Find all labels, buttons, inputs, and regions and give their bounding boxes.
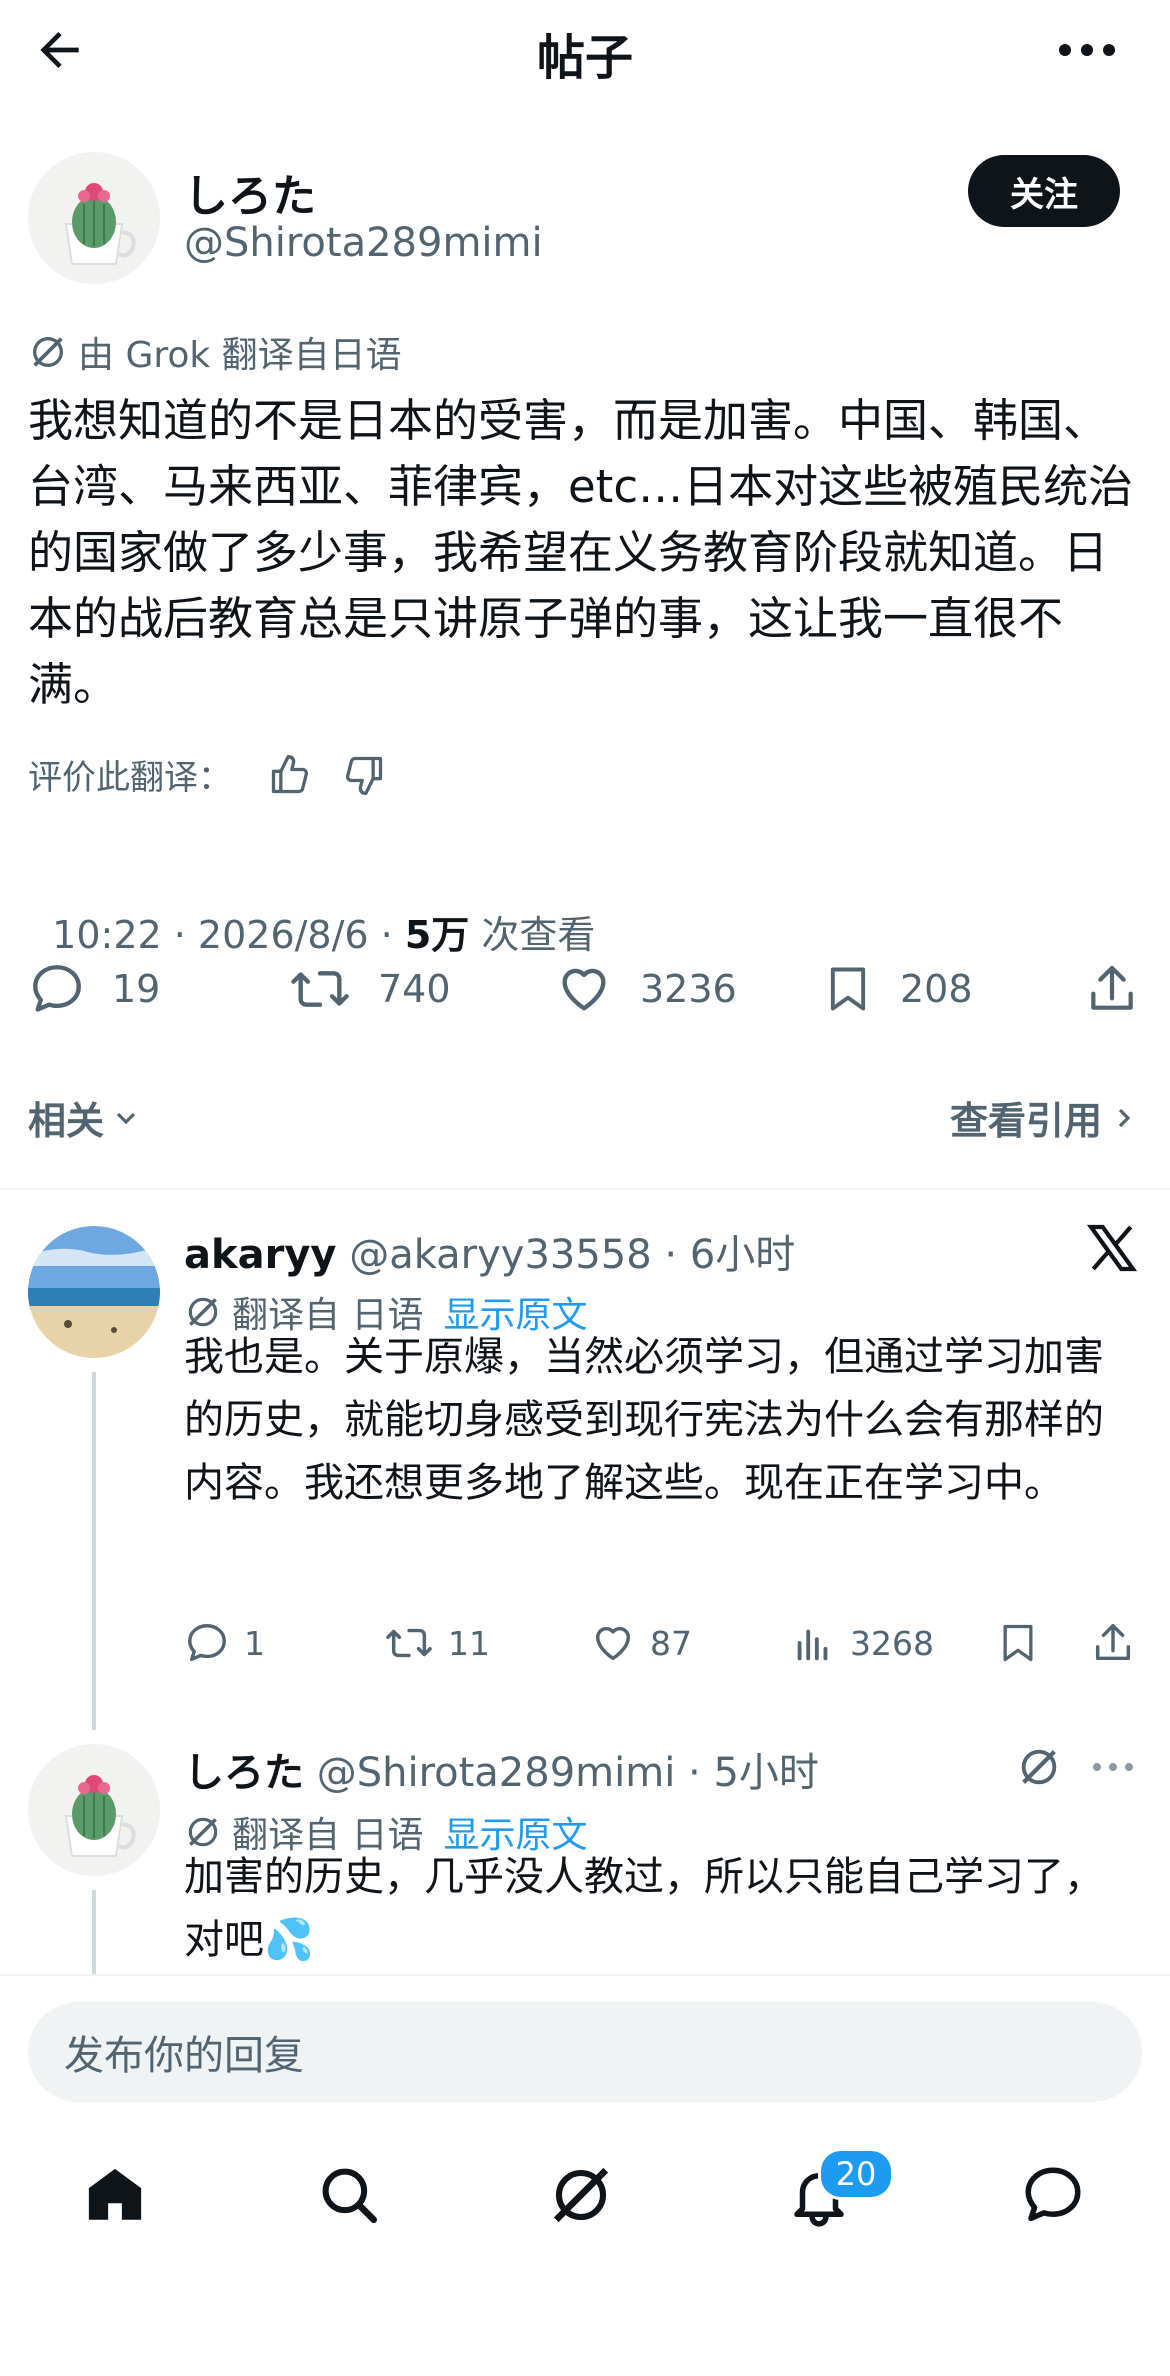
reply-author-name[interactable]: akaryy (184, 1232, 336, 1278)
notification-badge: 20 (818, 2148, 894, 2200)
tab-grok[interactable] (548, 2162, 614, 2228)
author-handle[interactable]: @Shirota289mimi (184, 220, 543, 266)
like-action[interactable]: 3236 (554, 960, 737, 1018)
heart-icon (562, 968, 606, 1011)
page-title: 帖子 (536, 30, 633, 86)
view-quotes-link[interactable]: 查看引用 (950, 1090, 1140, 1145)
reply-icon (188, 1624, 226, 1662)
cactus-avatar-image (28, 152, 160, 284)
chat-bubble-icon (1025, 2167, 1081, 2222)
tab-search[interactable] (316, 2162, 382, 2228)
reply-icon (33, 965, 81, 1012)
reply-action[interactable]: 19 (28, 960, 160, 1018)
author-name[interactable]: しろた (184, 160, 316, 224)
bookmark-icon (1003, 1624, 1033, 1662)
post-timestamp-row: 10:22 · 2026/8/6 · 5万 次查看 (28, 860, 595, 959)
reply-action[interactable]: 1 (184, 1620, 265, 1666)
follow-button[interactable]: 关注 (968, 155, 1120, 227)
thumbs-down-icon[interactable] (342, 753, 386, 797)
share-button[interactable] (1090, 1620, 1136, 1666)
like-count: 3236 (640, 967, 737, 1011)
reply-author-handle[interactable]: @Shirota289mimi · 5小时 (317, 1750, 819, 1796)
beach-avatar-image (28, 1226, 160, 1358)
avatar[interactable] (28, 152, 160, 284)
bookmark-action[interactable]: 208 (822, 960, 973, 1018)
share-icon (1095, 1624, 1131, 1661)
more-button[interactable] (1056, 30, 1118, 70)
view-count-suffix: 次查看 (469, 913, 596, 957)
heart-icon (595, 1626, 631, 1661)
view-count: 5万 (404, 913, 470, 957)
share-button[interactable] (1084, 960, 1140, 1018)
bookmark-icon (830, 967, 866, 1011)
rate-translation-row: 评价此翻译： (28, 750, 386, 799)
reply-input-placeholder: 发布你的回复 (64, 2033, 304, 2079)
retweet-action[interactable]: 11 (384, 1620, 490, 1666)
retweet-count: 740 (378, 967, 451, 1011)
avatar[interactable] (28, 1744, 160, 1876)
reply-header: akaryy @akaryy33558 · 6小时 (184, 1222, 795, 1280)
grok-icon (1021, 1749, 1057, 1785)
related-label: 相关 (28, 1099, 105, 1143)
view-quotes-label: 查看引用 (949, 1099, 1102, 1143)
like-count: 87 (650, 1623, 692, 1663)
thread-line (92, 1890, 96, 1974)
reply-count: 1 (244, 1623, 265, 1663)
grok-icon (553, 2167, 609, 2223)
grok-translation-note: 由 Grok 翻译自日语 (28, 326, 402, 378)
tab-home[interactable] (82, 2162, 148, 2228)
timestamp: 10:22 · 2026/8/6 · (52, 913, 405, 957)
retweet-count: 11 (448, 1623, 490, 1663)
retweet-icon (291, 971, 349, 1007)
rate-translation-label: 评价此翻译： (28, 758, 232, 798)
reply-count: 19 (112, 967, 161, 1011)
retweet-action[interactable]: 740 (288, 960, 451, 1018)
bookmark-button[interactable] (996, 1620, 1040, 1666)
more-dots-icon (1093, 1763, 1133, 1771)
cactus-avatar-image (28, 1744, 160, 1876)
bookmark-count: 208 (900, 967, 973, 1011)
divider (0, 1188, 1170, 1190)
avatar[interactable] (28, 1226, 160, 1358)
retweet-icon (386, 1628, 432, 1658)
views-action[interactable]: 3268 (790, 1620, 934, 1666)
x-logo-icon (1084, 1220, 1140, 1276)
grok-button[interactable] (1016, 1744, 1062, 1790)
related-dropdown[interactable]: 相关 (28, 1090, 142, 1145)
translation-note-text: 由 Grok 翻译自日语 (78, 335, 402, 376)
more-button[interactable] (1090, 1752, 1136, 1782)
share-icon (1091, 965, 1133, 1010)
reply-input[interactable]: 发布你的回复 (28, 2002, 1142, 2102)
reply-author-name[interactable]: しろた (184, 1750, 304, 1796)
like-action[interactable]: 87 (590, 1620, 692, 1666)
grok-icon (33, 337, 63, 367)
reply-header: しろた @Shirota289mimi · 5小时 (184, 1740, 819, 1798)
view-count: 3268 (850, 1623, 934, 1663)
chevron-down-icon (116, 1112, 136, 1124)
thumbs-up-icon[interactable] (268, 753, 312, 797)
home-icon (88, 2168, 142, 2220)
bar-chart-icon (797, 1629, 828, 1661)
tab-messages[interactable] (1020, 2162, 1086, 2228)
reply-text: 我也是。关于原爆，当然必须学习，但通过学习加害的历史，就能切身感受到现行宪法为什… (184, 1334, 1104, 1506)
post-text: 我想知道的不是日本的受害，而是加害。中国、韩国、台湾、马来西亚、菲律宾，etc…… (28, 394, 1134, 711)
chevron-right-icon (1118, 1108, 1131, 1127)
search-icon (322, 2168, 378, 2224)
thread-line (92, 1372, 96, 1730)
more-dots-icon (1059, 44, 1115, 56)
reply-text: 加害的历史，几乎没人教过，所以只能自己学习了，对吧💦 (184, 1854, 1104, 1963)
reply-author-handle[interactable]: @akaryy33558 · 6小时 (349, 1232, 795, 1278)
